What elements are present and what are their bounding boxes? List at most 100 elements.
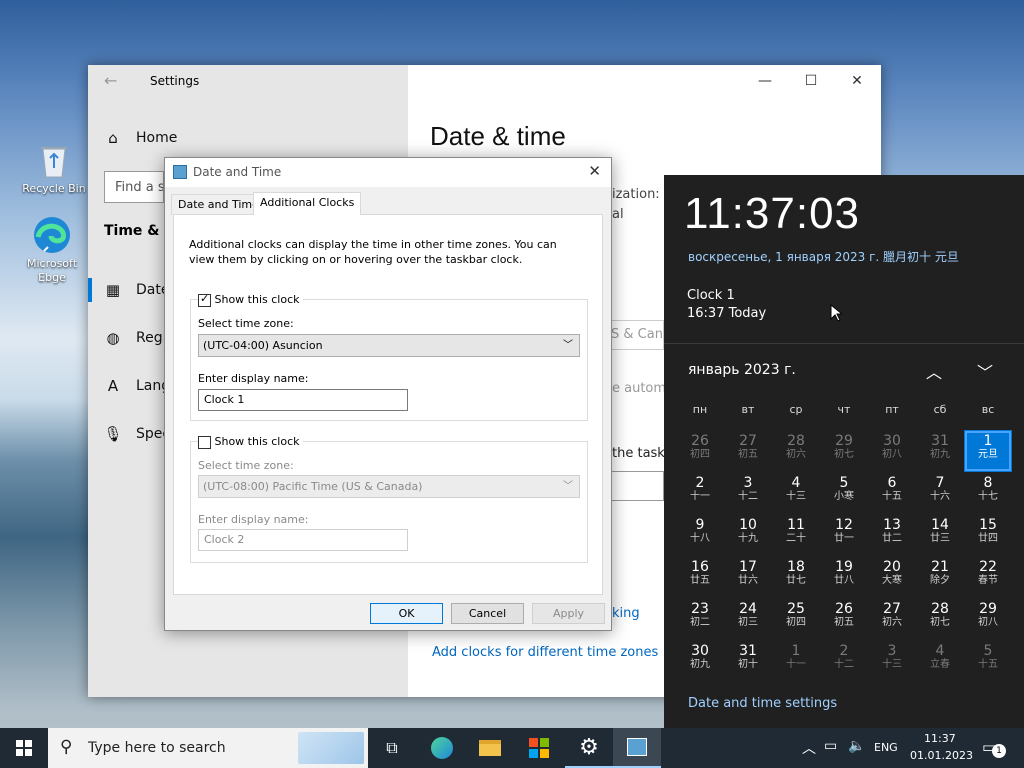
calendar-day[interactable]: 14 廿三 [916,514,964,556]
cancel-button[interactable]: Cancel [451,603,524,624]
clock1-show-checkbox[interactable]: ✓ Show this clock [198,292,303,307]
calendar-day[interactable]: 21 除夕 [916,556,964,598]
volume-icon[interactable]: 🔈 [848,738,865,754]
nav-item-speech[interactable]: 🎙 Spee [103,425,171,443]
calendar-day[interactable]: 2 十二 [820,640,868,682]
taskbar-datetime-button[interactable] [613,728,661,768]
next-month-button[interactable]: ﹀ [977,359,993,383]
text-fragment: al [612,207,624,222]
day-number: 2 [695,475,705,491]
calendar-day[interactable]: 18 廿七 [772,556,820,598]
checkbox-label: Show this clock [214,293,300,306]
calendar-day[interactable]: 29 初七 [820,430,868,472]
calendar-day[interactable]: 28 初六 [772,430,820,472]
calendar-day[interactable]: 17 廿六 [724,556,772,598]
taskbar-explorer-button[interactable] [466,728,514,768]
lunar-label: 初五 [834,617,854,628]
calendar-day[interactable]: 9 十八 [676,514,724,556]
back-arrow-icon[interactable]: ← [104,71,117,90]
clock1-name-field[interactable]: Clock 1 [198,389,408,411]
notification-center-button[interactable]: ▭ 1 [982,738,1006,758]
calendar-day[interactable]: 3 十二 [724,472,772,514]
date-time-settings-link[interactable]: Date and time settings [688,696,837,711]
calendar-day[interactable]: 30 初九 [676,640,724,682]
taskbar-search-box[interactable]: ⚲ Type here to search [48,728,368,768]
maximize-button[interactable]: ☐ [788,65,834,97]
minimize-button[interactable]: — [742,65,788,97]
calendar-day[interactable]: 26 初五 [820,598,868,640]
clock1-timezone-select[interactable]: (UTC-04:00) Asuncion ﹀ [198,334,580,357]
calendar-day[interactable]: 29 初八 [964,598,1012,640]
taskbar-edge-button[interactable] [418,728,466,768]
calendar-day[interactable]: 23 初二 [676,598,724,640]
calendar-day[interactable]: 3 十三 [868,640,916,682]
calendar-day[interactable]: 10 十九 [724,514,772,556]
close-button[interactable]: ✕ [834,65,880,97]
calendar-day-today[interactable]: 1 元旦 [964,430,1012,472]
nav-home[interactable]: ⌂ Home [104,129,177,147]
calendar-day[interactable]: 26 初四 [676,430,724,472]
taskbar-settings-button[interactable]: ⚙ [565,728,613,768]
desktop-icon-recycle-bin[interactable]: Recycle Bin [22,140,86,196]
calendar-day[interactable]: 22 春节 [964,556,1012,598]
prev-month-button[interactable]: ︿ [926,359,942,383]
calendar-day[interactable]: 19 廿八 [820,556,868,598]
chevron-up-icon[interactable]: ︿ [802,738,816,758]
calendar-day[interactable]: 24 初三 [724,598,772,640]
dialog-close-button[interactable]: ✕ [588,162,601,180]
month-label[interactable]: январь 2023 г. [688,362,796,378]
day-number: 14 [931,517,949,533]
desktop-icon-edge[interactable]: Microsoft Ebge [20,215,84,285]
calendar-day[interactable]: 4 十三 [772,472,820,514]
checkbox[interactable] [198,435,211,449]
settings-search-input[interactable]: Find a s [104,171,164,203]
edge-icon [431,737,453,759]
day-number: 29 [835,433,853,449]
task-view-button[interactable]: ⧉ [368,728,416,768]
flyout-date-link[interactable]: воскресенье, 1 января 2023 г. 臘月初十 元旦 [688,248,959,265]
additional-clock-time: 16:37 Today [687,306,767,321]
page-title: Date & time [430,121,566,151]
checkbox[interactable]: ✓ [198,292,211,307]
calendar-day[interactable]: 15 廿四 [964,514,1012,556]
start-button[interactable] [0,728,48,768]
lunar-label: 十九 [738,533,758,544]
calendar-day[interactable]: 5 小寒 [820,472,868,514]
calendar-day[interactable]: 31 初十 [724,640,772,682]
ok-button[interactable]: OK [370,603,443,624]
nav-item-date-time[interactable]: ▦ Date [104,281,170,299]
link-fragment[interactable]: king [612,606,640,621]
clock2-show-checkbox[interactable]: Show this clock [198,435,303,449]
network-icon[interactable]: ▭ [824,738,837,754]
language-indicator[interactable]: ENG [874,741,898,754]
nav-item-region[interactable]: ◍ Regi [104,329,166,347]
calendar-day[interactable]: 11 二十 [772,514,820,556]
calendar-day[interactable]: 6 十五 [868,472,916,514]
calendar-day[interactable]: 16 廿五 [676,556,724,598]
calendar-day[interactable]: 1 十一 [772,640,820,682]
nav-item-language[interactable]: A Lang [104,377,170,395]
calendar-day[interactable]: 4 立春 [916,640,964,682]
clock2-timezone-select: (UTC-08:00) Pacific Time (US & Canada) ﹀ [198,475,580,498]
tab-date-and-time[interactable]: Date and Time [171,194,266,215]
calendar-day[interactable]: 27 初六 [868,598,916,640]
calendar-day[interactable]: 25 初四 [772,598,820,640]
calendar-day[interactable]: 8 十七 [964,472,1012,514]
taskbar-store-button[interactable] [515,728,563,768]
calendar-day[interactable]: 28 初七 [916,598,964,640]
calendar-day[interactable]: 2 十一 [676,472,724,514]
calendar-day[interactable]: 20 大寒 [868,556,916,598]
tab-additional-clocks[interactable]: Additional Clocks [253,192,362,215]
calendar-day[interactable]: 12 廿一 [820,514,868,556]
calendar-day[interactable]: 7 十六 [916,472,964,514]
add-clocks-link[interactable]: Add clocks for different time zones [432,645,658,660]
calendar-day[interactable]: 27 初五 [724,430,772,472]
taskbar-time[interactable]: 11:37 [924,732,956,745]
calendar-day[interactable]: 30 初八 [868,430,916,472]
day-number: 22 [979,559,997,575]
calendar-day[interactable]: 13 廿二 [868,514,916,556]
calendar-day[interactable]: 5 十五 [964,640,1012,682]
nav-selected-indicator [88,278,92,302]
calendar-day[interactable]: 31 初九 [916,430,964,472]
taskbar-date[interactable]: 01.01.2023 [910,749,973,762]
